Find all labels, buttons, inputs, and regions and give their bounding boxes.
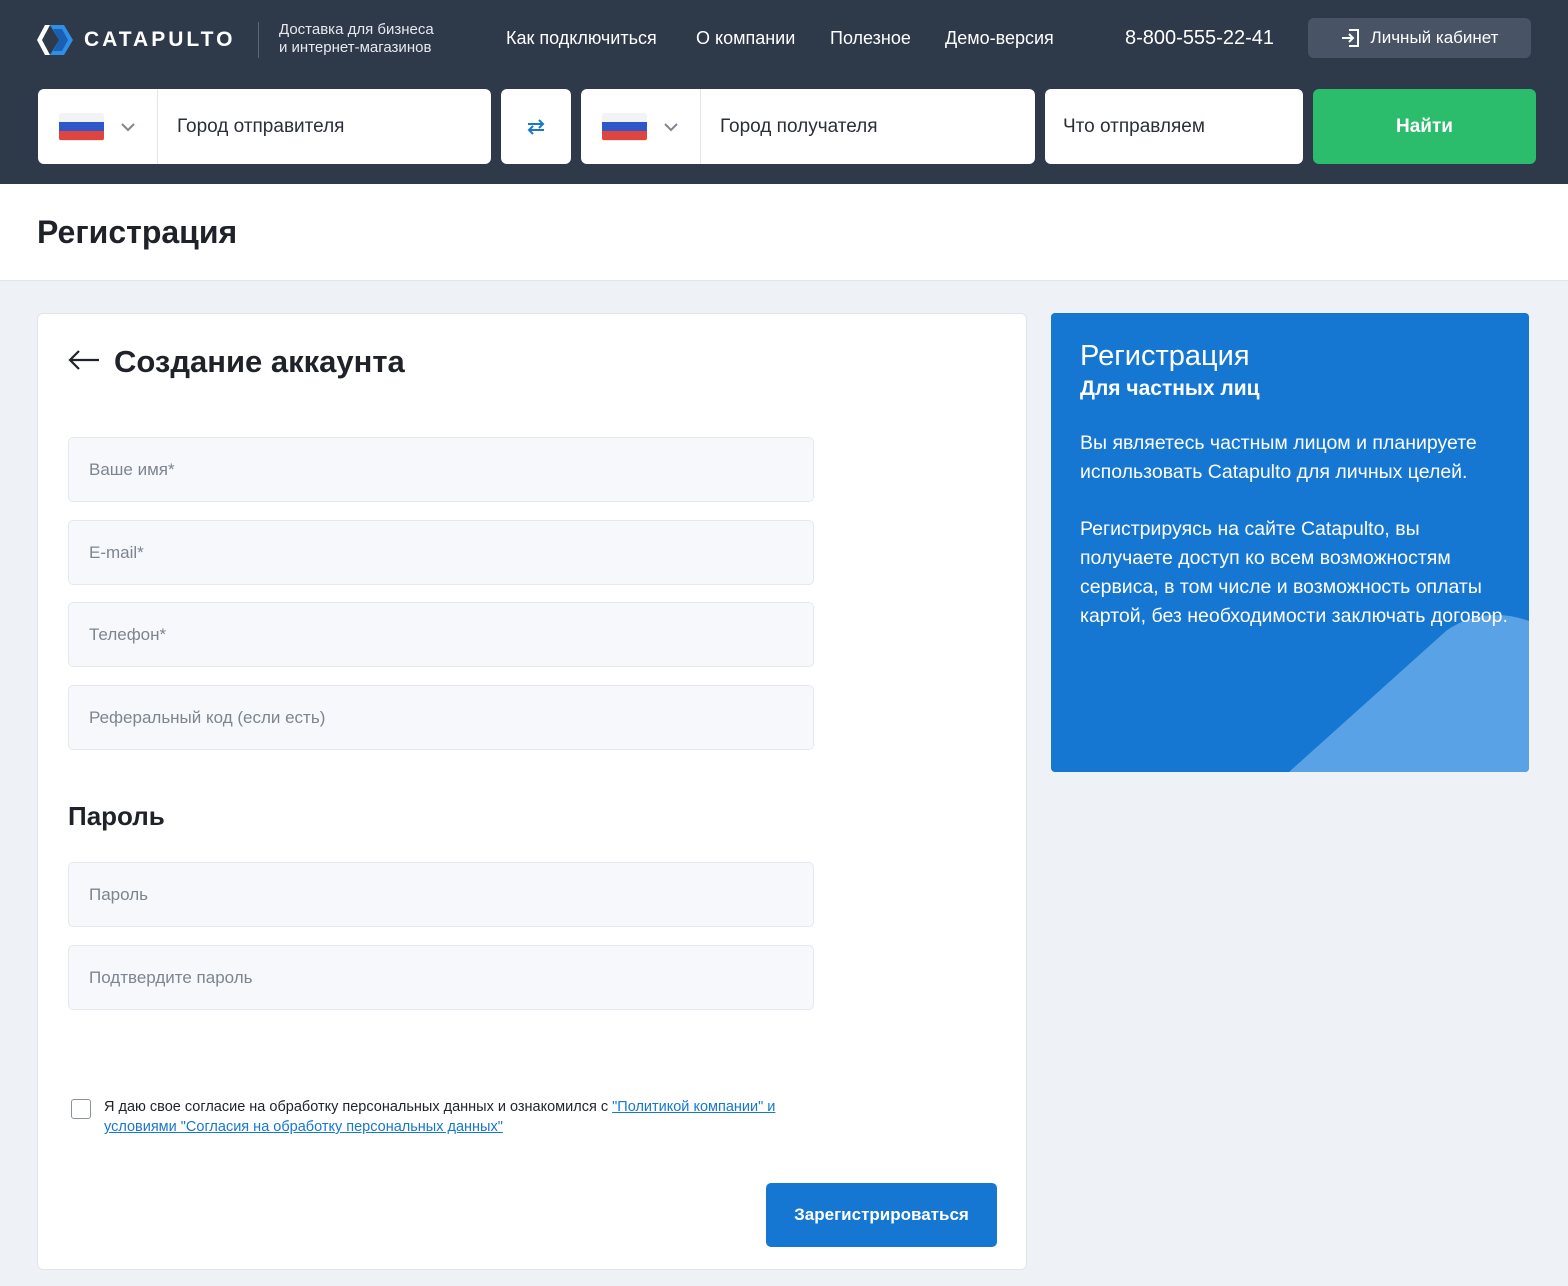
swap-arrows-icon (527, 118, 545, 135)
email-input[interactable] (68, 520, 814, 585)
chevron-down-icon (664, 122, 678, 131)
logo[interactable]: CATAPULTO (36, 22, 235, 58)
consent-checkbox[interactable] (71, 1099, 91, 1119)
catapulto-logo-icon (37, 25, 73, 55)
title-band: Регистрация (0, 184, 1568, 281)
consent-row: Я даю свое согласие на обработку персона… (71, 1097, 831, 1137)
consent-text: Я даю свое согласие на обработку персона… (104, 1097, 775, 1137)
nav-useful[interactable]: Полезное (830, 28, 911, 52)
russia-flag-icon (602, 112, 647, 141)
tagline-line-1: Доставка для бизнеса (279, 21, 434, 38)
sender-country-select[interactable] (38, 89, 158, 164)
nav-how-to-connect[interactable]: Как подключиться (506, 28, 657, 52)
phone-input[interactable] (68, 602, 814, 667)
page-title: Регистрация (37, 214, 238, 250)
register-button[interactable]: Зарегистрироваться (766, 1183, 997, 1247)
sender-search-box: Город отправителя (38, 89, 491, 164)
tagline-line-2: и интернет-магазинов (279, 39, 432, 56)
password-section-title: Пароль (68, 801, 165, 831)
info-paragraph-2: Регистрируясь на сайте Catapulto, вы пол… (1080, 518, 1508, 627)
receiver-city-input[interactable]: Город получателя (702, 89, 1035, 164)
registration-form-card: Создание аккаунта Пароль Я даю свое согл… (37, 313, 1027, 1270)
personal-cabinet-button[interactable]: Личный кабинет (1308, 18, 1531, 58)
nav-about[interactable]: О компании (696, 28, 795, 52)
russia-flag-icon (59, 112, 104, 141)
info-subtitle: Для частных лиц (1080, 377, 1260, 400)
site-header: CATAPULTO Доставка для бизнеса и интерне… (0, 0, 1568, 184)
password-input[interactable] (68, 862, 814, 927)
tagline: Доставка для бизнеса и интернет-магазино… (279, 21, 434, 57)
nav-demo[interactable]: Демо-версия (945, 28, 1054, 52)
form-title: Создание аккаунта (114, 344, 405, 379)
name-input[interactable] (68, 437, 814, 502)
logo-text: CATAPULTO (84, 28, 236, 51)
consent-text-body: Я даю свое согласие на обработку персона… (104, 1099, 613, 1115)
consent-terms-link[interactable]: условиями "Согласия на обработку персона… (104, 1119, 503, 1135)
receiver-country-select[interactable] (581, 89, 701, 164)
chevron-down-icon (121, 122, 135, 131)
referral-code-input[interactable] (68, 685, 814, 750)
receiver-search-box: Город получателя (581, 89, 1035, 164)
phone-number[interactable]: 8-800-555-22-41 (1125, 27, 1274, 50)
find-button[interactable]: Найти (1313, 89, 1536, 164)
info-paragraph-1: Вы являетесь частным лицом и планируете … (1080, 432, 1477, 483)
info-card: Регистрация Для частных лиц Вы являетесь… (1051, 313, 1529, 772)
confirm-password-input[interactable] (68, 945, 814, 1010)
back-arrow-icon[interactable] (68, 348, 100, 372)
logo-divider (258, 22, 259, 58)
login-icon (1341, 29, 1359, 47)
company-policy-link[interactable]: "Политикой компании" и (612, 1099, 775, 1115)
swap-cities-button[interactable] (501, 89, 571, 164)
sender-city-input[interactable]: Город отправителя (159, 89, 491, 164)
personal-cabinet-label: Личный кабинет (1370, 28, 1499, 47)
info-title: Регистрация (1080, 340, 1250, 372)
what-to-send-input[interactable]: Что отправляем (1045, 89, 1303, 164)
